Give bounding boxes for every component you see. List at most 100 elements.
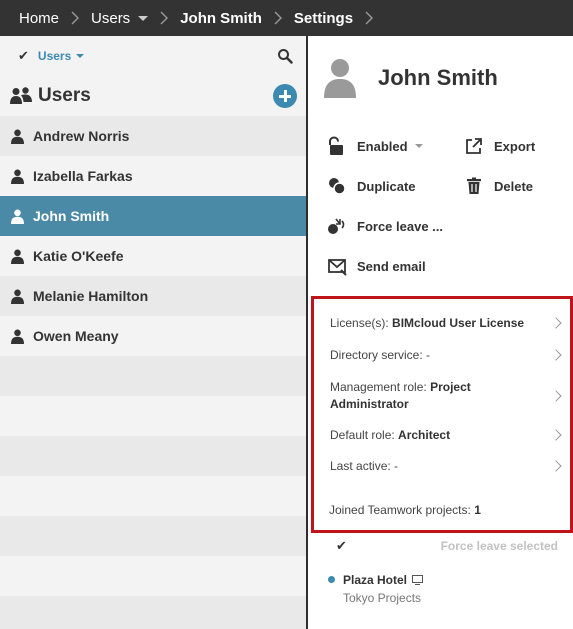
user-icon — [11, 249, 24, 264]
send-email-button[interactable]: Send email — [327, 256, 426, 276]
empty-row — [0, 436, 307, 476]
user-icon — [11, 169, 24, 184]
user-settings-pane: John Smith Enabled Export Duplicate Dele… — [308, 36, 573, 629]
add-user-button[interactable] — [273, 84, 297, 108]
status-dot — [328, 576, 335, 583]
force-leave-selected-button[interactable]: Force leave selected — [441, 539, 558, 553]
default-role-value: Architect — [398, 428, 451, 442]
caret-down-icon — [76, 54, 85, 58]
delete-label: Delete — [494, 178, 534, 194]
empty-row — [0, 396, 307, 436]
user-row-selected[interactable]: John Smith — [0, 196, 307, 236]
license-value: BIMcloud User License — [392, 316, 525, 330]
caret-down-icon — [414, 144, 423, 148]
trash-icon — [467, 177, 481, 194]
search-icon[interactable] — [277, 48, 293, 64]
breadcrumb-user[interactable]: John Smith — [180, 10, 262, 27]
empty-row — [0, 356, 307, 396]
avatar — [324, 59, 356, 98]
users-title: Users — [38, 85, 91, 106]
user-row[interactable]: Melanie Hamilton — [0, 276, 307, 316]
mgmt-role-label: Management role: — [330, 380, 427, 394]
export-button[interactable]: Export — [464, 136, 535, 156]
user-icon — [11, 329, 24, 344]
users-list: Andrew Norris Izabella Farkas John Smith… — [0, 116, 307, 629]
delete-button[interactable]: Delete — [464, 176, 533, 196]
empty-row — [0, 476, 307, 516]
directory-service-row[interactable]: Directory service: - — [330, 348, 562, 362]
user-row[interactable]: Owen Meany — [0, 316, 307, 356]
chevron-right-icon — [550, 460, 562, 472]
last-active-label: Last active: — [330, 459, 391, 473]
users-header: Users — [0, 76, 307, 116]
empty-row — [0, 516, 307, 556]
filter-dropdown[interactable]: Users — [37, 49, 85, 63]
breadcrumb: Home Users John Smith Settings — [0, 0, 573, 36]
export-icon — [466, 138, 482, 154]
checkmark-icon[interactable]: ✔ — [18, 48, 29, 64]
user-row[interactable]: Izabella Farkas — [0, 156, 307, 196]
unlock-icon — [329, 136, 343, 155]
chevron-right-icon — [550, 429, 562, 441]
breadcrumb-users[interactable]: Users — [91, 9, 149, 27]
management-role-row[interactable]: Management role: Project Administrator — [330, 379, 562, 413]
directory-label: Directory service: — [330, 348, 423, 362]
chevron-right-icon — [365, 11, 374, 25]
project-name: Plaza Hotel — [343, 573, 408, 587]
breadcrumb-users-label: Users — [91, 9, 131, 27]
filter-bar: ✔ Users — [0, 36, 307, 76]
user-icon — [11, 209, 24, 224]
user-name: Andrew Norris — [33, 128, 130, 144]
duplicate-icon — [329, 178, 346, 195]
breadcrumb-settings[interactable]: Settings — [294, 10, 353, 27]
caret-down-icon — [138, 15, 149, 21]
email-icon — [328, 259, 347, 276]
joined-value: 1 — [474, 503, 481, 517]
user-details-panel: License(s): BIMcloud User License Direct… — [311, 296, 573, 533]
chevron-right-icon — [160, 11, 169, 25]
user-name: Izabella Farkas — [33, 168, 133, 184]
force-leave-label: Force leave ... — [357, 218, 443, 234]
chevron-right-icon — [550, 349, 562, 361]
directory-value: - — [426, 348, 431, 362]
license-row[interactable]: License(s): BIMcloud User License — [330, 316, 562, 330]
user-row[interactable]: Andrew Norris — [0, 116, 307, 156]
user-name: Katie O'Keefe — [33, 248, 124, 264]
chevron-right-icon — [550, 390, 562, 402]
duplicate-label: Duplicate — [357, 178, 416, 194]
mgmt-role-value-1: Project — [430, 380, 471, 394]
empty-row — [0, 596, 307, 629]
enabled-label: Enabled — [357, 138, 408, 154]
joined-label: Joined Teamwork projects: — [329, 503, 471, 517]
user-name: Owen Meany — [33, 328, 119, 344]
users-list-pane: ✔ Users Users Andrew Norris Izabella Far… — [0, 36, 307, 629]
user-icon — [11, 289, 24, 304]
mgmt-role-value-2: Administrator — [330, 397, 409, 411]
empty-row — [0, 556, 307, 596]
chevron-right-icon — [550, 317, 562, 329]
last-active-row[interactable]: Last active: - — [330, 459, 562, 473]
chevron-right-icon — [274, 11, 282, 25]
default-role-row[interactable]: Default role: Architect — [330, 428, 562, 442]
user-name: John Smith — [33, 208, 110, 224]
monitor-icon — [412, 575, 424, 585]
joined-projects-row: Joined Teamwork projects: 1 — [329, 503, 560, 517]
project-folder: Tokyo Projects — [343, 591, 422, 605]
enabled-dropdown[interactable]: Enabled — [327, 136, 423, 156]
force-leave-icon — [328, 218, 345, 234]
user-name: Melanie Hamilton — [33, 288, 149, 304]
user-row[interactable]: Katie O'Keefe — [0, 236, 307, 276]
export-label: Export — [494, 138, 536, 154]
filter-label: Users — [37, 49, 72, 63]
profile-header: John Smith — [324, 58, 498, 98]
duplicate-button[interactable]: Duplicate — [327, 176, 416, 196]
user-icon — [11, 129, 24, 144]
profile-name: John Smith — [378, 65, 498, 90]
users-group-icon — [10, 87, 32, 104]
force-leave-button[interactable]: Force leave ... — [327, 216, 443, 236]
send-email-label: Send email — [357, 258, 426, 274]
select-all-checkbox[interactable]: ✔ — [336, 538, 347, 554]
breadcrumb-home[interactable]: Home — [19, 10, 59, 27]
default-role-label: Default role: — [330, 428, 395, 442]
license-label: License(s): — [330, 316, 389, 330]
